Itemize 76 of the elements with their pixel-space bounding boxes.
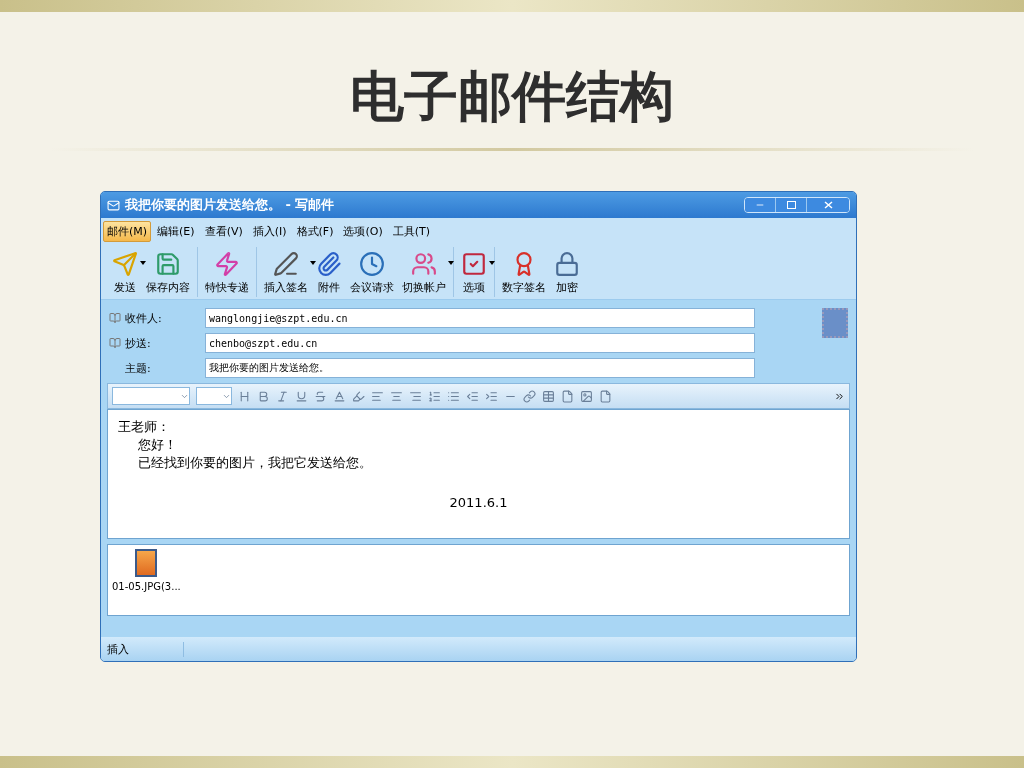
toolbar-button[interactable]: 选项 <box>457 247 491 297</box>
toolbar-button[interactable]: 插入签名 <box>260 247 312 297</box>
caret-icon[interactable] <box>448 261 454 265</box>
toolbar-button[interactable]: 保存内容 <box>142 247 194 297</box>
toolbar-button[interactable]: 会议请求 <box>346 247 398 297</box>
menu-item[interactable]: 邮件(M) <box>103 221 152 242</box>
close-icon <box>823 201 833 209</box>
menu-item[interactable]: 插入(I) <box>248 221 291 242</box>
heading-icon[interactable] <box>238 389 251 403</box>
strikethrough-icon[interactable] <box>314 389 327 403</box>
highlight-icon[interactable] <box>352 389 365 403</box>
address-book-icon[interactable] <box>109 337 121 349</box>
image-file-icon[interactable] <box>135 549 158 577</box>
font-color-icon[interactable] <box>333 389 346 403</box>
status-text: 插入 <box>101 641 184 657</box>
slide-title: 电子邮件结构 <box>349 64 675 130</box>
pen-icon <box>273 251 299 277</box>
send-icon <box>112 251 138 277</box>
document-icon[interactable] <box>561 389 574 403</box>
input-field[interactable]: wanglongjie@szpt.edu.cn <box>205 308 755 328</box>
toolbar-button[interactable]: 特快专递 <box>201 247 253 297</box>
menu-item[interactable]: 工具(T) <box>388 221 435 242</box>
body-text: 王老师： <box>118 418 171 436</box>
bold-icon[interactable] <box>257 389 270 403</box>
window-title: 我把你要的图片发送给您。 - 写邮件 <box>125 196 336 214</box>
body-text: 2011.6.1 <box>448 494 509 512</box>
italic-icon[interactable] <box>276 389 289 403</box>
toolbar-button[interactable]: 切换帐户 <box>398 247 450 297</box>
toolbar-button[interactable]: 发送 <box>108 247 142 297</box>
menu-item[interactable]: 格式(F) <box>292 221 338 242</box>
message-body[interactable]: 王老师： 您好！ 已经找到你要的图片，我把它发送给您。 2011.6.1 <box>107 409 850 539</box>
checkbox-icon <box>461 251 487 277</box>
outdent-icon[interactable] <box>466 389 479 403</box>
maximize-icon <box>786 201 796 209</box>
field-label: 收件人: <box>109 310 205 326</box>
mail-icon <box>107 198 120 212</box>
menu-item[interactable]: 编辑(E) <box>153 221 199 242</box>
body-text: 已经找到你要的图片，我把它发送给您。 <box>137 454 373 472</box>
menu-item[interactable]: 查看(V) <box>200 221 247 242</box>
stamp-icon <box>822 308 848 338</box>
body-text: 您好！ <box>137 436 178 454</box>
underline-icon[interactable] <box>295 389 308 403</box>
field-label: 主题: <box>124 360 152 376</box>
caret-icon[interactable] <box>489 261 495 265</box>
clock-icon <box>359 251 385 277</box>
lock-icon <box>554 251 580 277</box>
link-icon[interactable] <box>523 389 536 403</box>
toolbar-button[interactable]: 附件 <box>312 247 346 297</box>
font-dropdown[interactable] <box>112 387 190 405</box>
save-icon <box>155 251 181 277</box>
align-center-icon[interactable] <box>390 389 403 403</box>
align-left-icon[interactable] <box>371 389 384 403</box>
numbered-list-icon[interactable] <box>428 389 441 403</box>
image-icon[interactable] <box>580 389 593 403</box>
field-label: 抄送: <box>109 335 205 351</box>
input-field[interactable]: chenbo@szpt.edu.cn <box>205 333 755 353</box>
lightning-icon <box>214 251 240 277</box>
address-book-icon[interactable] <box>109 312 121 324</box>
close-button[interactable] <box>806 198 849 212</box>
input-field[interactable]: 我把你要的图片发送给您。 <box>205 358 755 378</box>
minimize-button[interactable] <box>745 198 775 212</box>
indent-icon[interactable] <box>485 389 498 403</box>
maximize-button[interactable] <box>775 198 806 212</box>
page-icon[interactable] <box>599 389 612 403</box>
align-right-icon[interactable] <box>409 389 422 403</box>
users-icon <box>411 251 437 277</box>
caret-icon[interactable] <box>140 261 146 265</box>
toolbar-button[interactable]: 加密 <box>550 247 584 297</box>
caret-icon[interactable] <box>310 261 316 265</box>
paperclip-icon <box>316 251 342 277</box>
size-dropdown[interactable] <box>196 387 232 405</box>
toolbar-button[interactable]: 数字签名 <box>498 247 550 297</box>
bullet-list-icon[interactable] <box>447 389 460 403</box>
menu-item[interactable]: 选项(O) <box>339 221 387 242</box>
attachment-name[interactable]: 01-05.JPG(3... <box>112 581 181 592</box>
table-icon[interactable] <box>542 389 555 403</box>
